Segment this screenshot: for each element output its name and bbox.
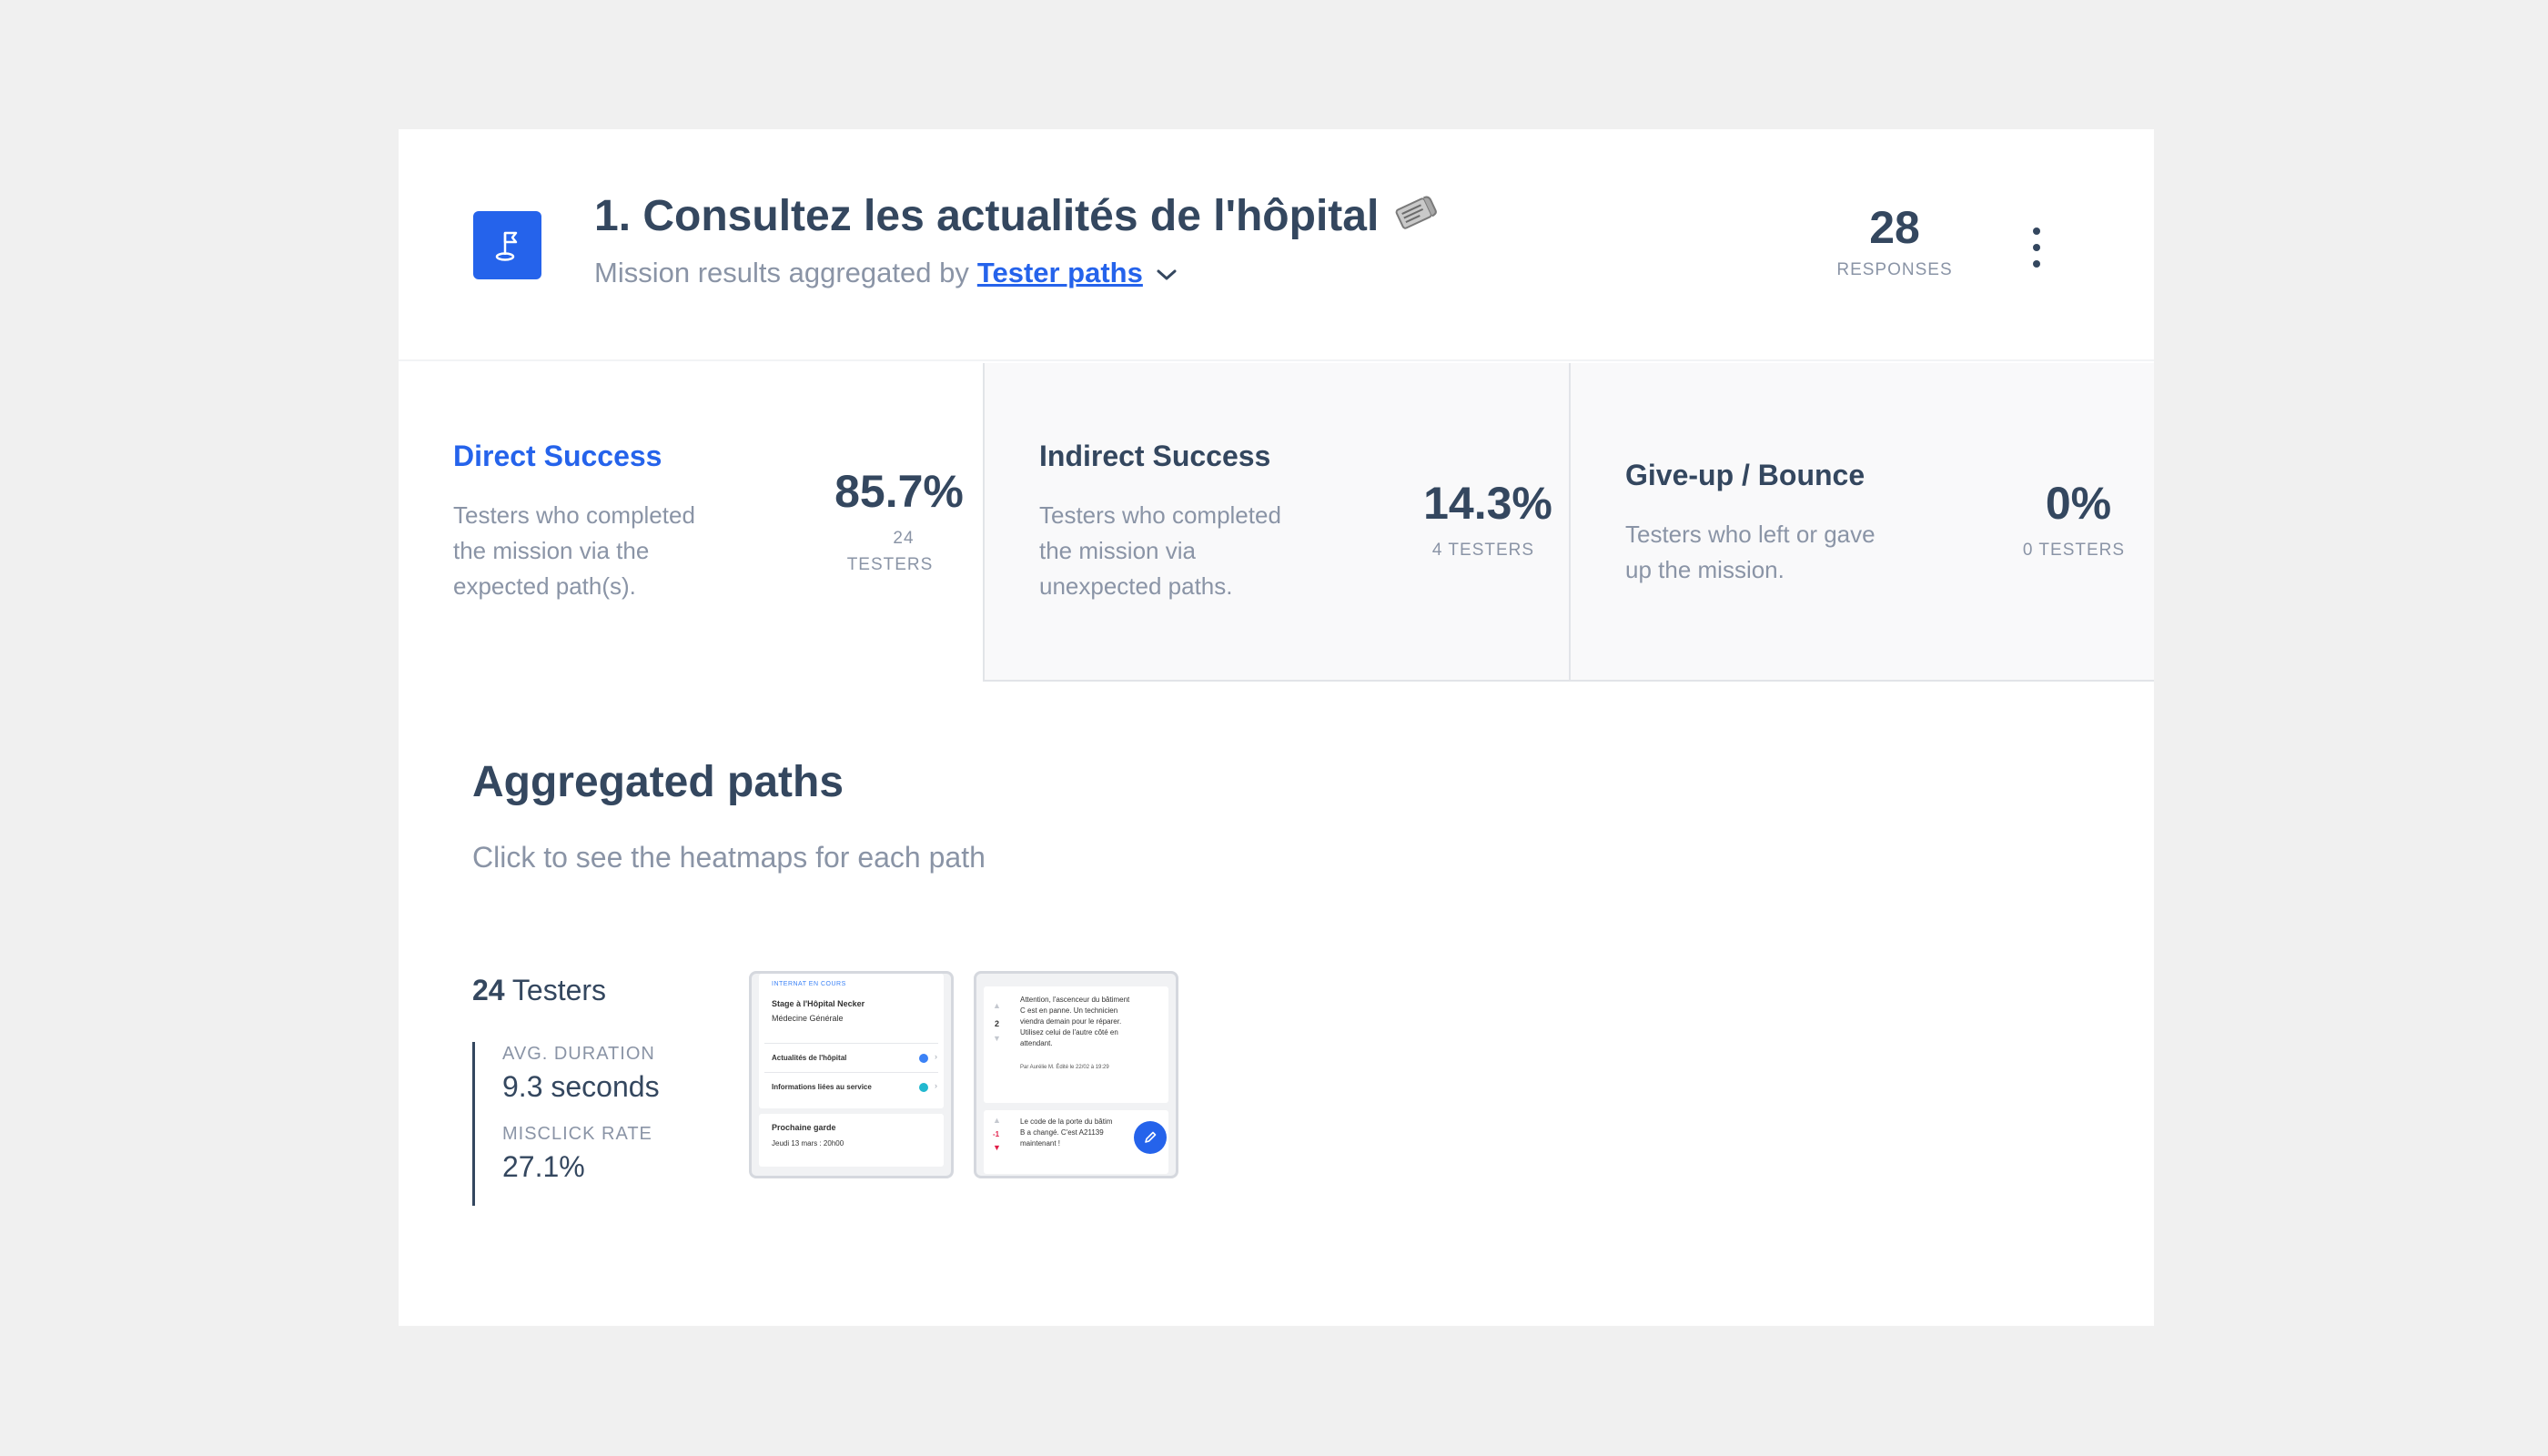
vote-count: -1 xyxy=(993,1130,1000,1138)
downvote-icon: ▼ xyxy=(993,1143,1001,1152)
message-meta: Par Aurélie M. Édité le 22/02 à 19:29 xyxy=(1020,1065,1109,1070)
stat-title: Indirect Success xyxy=(1039,440,1271,472)
stat-title: Direct Success xyxy=(453,440,662,472)
pencil-icon xyxy=(1134,1121,1167,1154)
stat-count-label: 4 TESTERS xyxy=(1431,541,1535,560)
upvote-icon: ▲ xyxy=(993,1001,1001,1010)
misclick-rate-label: MISCLICK RATE xyxy=(502,1124,652,1144)
message-line: B a changé. C'est A21139 xyxy=(1020,1128,1104,1137)
chevron-right-icon: › xyxy=(935,1052,937,1061)
message-line: attendant. xyxy=(1020,1039,1053,1047)
avg-duration-value: 9.3 seconds xyxy=(502,1070,660,1103)
stat-description: Testers who left or gave up the mission. xyxy=(1625,521,1876,583)
aggregation-selector: Mission results aggregated by Tester pat… xyxy=(594,257,1178,289)
path-metrics: AVG. DURATION 9.3 seconds MISCLICK RATE … xyxy=(472,1042,691,1206)
chevron-right-icon: › xyxy=(935,1081,937,1090)
dot-icon xyxy=(919,1083,928,1092)
stat-description: Testers who completed the mission via th… xyxy=(453,501,695,600)
thumbnail-panel: ▲ 2 ▼ Attention, l'ascenceur du bâtiment… xyxy=(984,986,1168,1103)
stat-description: Testers who completed the mission via un… xyxy=(1039,501,1281,600)
downvote-icon: ▼ xyxy=(993,1034,1001,1043)
stat-direct-success[interactable]: Direct Success Testers who completed the… xyxy=(399,363,983,682)
more-options-icon[interactable] xyxy=(2023,220,2050,275)
responses-count: 28 xyxy=(1869,202,1920,253)
responses-counter: 28 RESPONSES xyxy=(1817,200,1972,280)
mission-header: 1. Consultez les actualités de l'hôpital… xyxy=(399,129,2154,361)
responses-label: RESPONSES xyxy=(1836,260,1953,279)
message-line: Attention, l'ascenceur du bâtiment xyxy=(1020,996,1130,1004)
thumbnail-label: INTERNAT EN COURS xyxy=(772,981,846,987)
stat-give-up-bounce[interactable]: Give-up / Bounce Testers who left or gav… xyxy=(1569,363,2154,682)
message-line: C est en panne. Un technicien xyxy=(1020,1006,1118,1015)
thumbnail-panel: INTERNAT EN COURS Stage à l'Hôpital Neck… xyxy=(759,974,944,1108)
path-screen-thumbnail[interactable]: ▲ 2 ▼ Attention, l'ascenceur du bâtiment… xyxy=(974,971,1178,1178)
thumbnail-item: Informations liées au service xyxy=(772,1083,872,1091)
section-title: Aggregated paths xyxy=(472,758,844,806)
avg-duration-label: AVG. DURATION xyxy=(502,1044,655,1064)
path-screen-thumbnail[interactable]: INTERNAT EN COURS Stage à l'Hôpital Neck… xyxy=(749,971,954,1178)
thumbnail-stage: Stage à l'Hôpital Necker xyxy=(772,999,865,1008)
message-line: Utilisez celui de l'autre côté en xyxy=(1020,1028,1118,1036)
aggregation-prefix: Mission results aggregated by xyxy=(594,257,969,288)
stat-title: Give-up / Bounce xyxy=(1625,459,1866,491)
vote-count: 2 xyxy=(995,1019,1000,1028)
stat-value: 0% xyxy=(2045,478,2112,529)
stat-count: 24 xyxy=(893,529,915,548)
path-tester-count: 24 Testers xyxy=(472,974,606,1007)
message-line: maintenant ! xyxy=(1020,1139,1061,1148)
section-subtitle: Click to see the heatmaps for each path xyxy=(472,841,986,874)
stat-value: 85.7% xyxy=(834,466,964,517)
message-line: Le code de la porte du bâtim xyxy=(1020,1117,1113,1126)
stat-value: 14.3% xyxy=(1423,478,1552,529)
dot-icon xyxy=(919,1054,928,1063)
stat-count-label: TESTERS xyxy=(846,555,934,574)
message-line: viendra demain pour le réparer. xyxy=(1020,1017,1122,1026)
thumbnail-panel: Prochaine garde Jeudi 13 mars : 20h00 xyxy=(759,1114,944,1167)
path-count-number: 24 xyxy=(472,974,505,1006)
stat-indirect-success[interactable]: Indirect Success Testers who completed t… xyxy=(983,363,1569,682)
mission-results-card: 1. Consultez les actualités de l'hôpital… xyxy=(399,129,2154,1326)
path-count-label: Testers xyxy=(511,974,607,1006)
flag-pin-icon xyxy=(473,211,541,279)
thumbnail-item: Actualités de l'hôpital xyxy=(772,1054,847,1062)
thumbnail-next-date: Jeudi 13 mars : 20h00 xyxy=(772,1139,844,1148)
newspaper-icon xyxy=(1391,192,1439,240)
thumbnail-specialty: Médecine Générale xyxy=(772,1014,844,1023)
stat-count-label: 0 TESTERS xyxy=(2022,541,2126,560)
mission-title: 1. Consultez les actualités de l'hôpital xyxy=(594,191,1380,240)
misclick-rate-value: 27.1% xyxy=(502,1150,585,1183)
thumbnail-next-title: Prochaine garde xyxy=(772,1123,836,1132)
aggregation-link[interactable]: Tester paths xyxy=(977,257,1143,289)
upvote-icon: ▲ xyxy=(993,1116,1001,1125)
chevron-down-icon[interactable] xyxy=(1156,257,1178,289)
title-row: 1. Consultez les actualités de l'hôpital xyxy=(594,184,1439,248)
